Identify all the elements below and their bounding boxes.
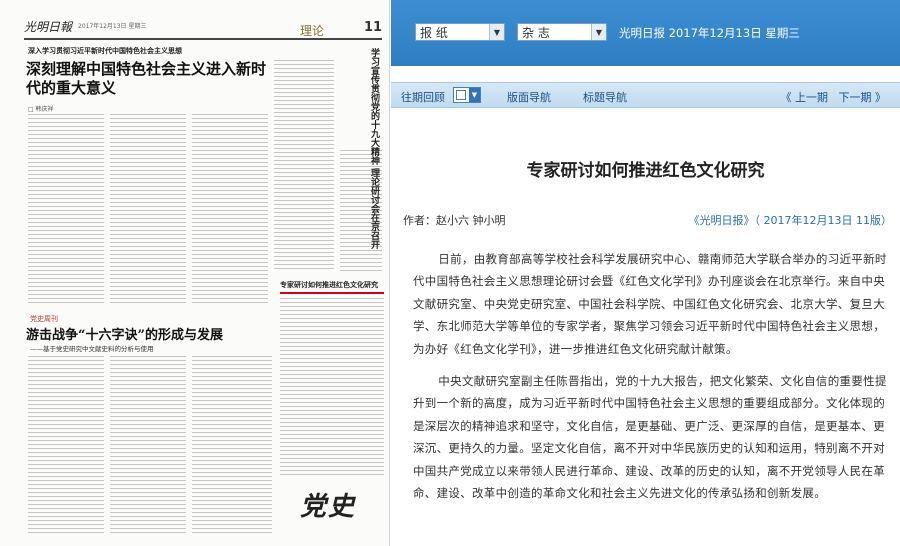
chevron-down-icon[interactable]: ▼ — [489, 24, 504, 40]
prev-issue-link[interactable]: 上一期 — [795, 91, 828, 104]
next-issue-link[interactable]: 下一期 — [839, 91, 872, 104]
past-issues-link[interactable]: 往期回顾 — [401, 89, 445, 105]
nav-bar: 往期回顾 ▼ 版面导航 标题导航 《 上一期 下一期 》 — [391, 82, 900, 108]
paper-select[interactable]: 报 纸 ▼ — [415, 23, 505, 41]
paper-select-value: 报 纸 — [420, 25, 448, 40]
paper-text-column — [28, 356, 104, 536]
paper-text-column — [280, 298, 384, 478]
chevron-down-icon[interactable]: ▼ — [469, 88, 480, 102]
top-toolbar: 报 纸 ▼ 杂 志 ▼ 光明日报 2017年12月13日 星期三 — [391, 0, 900, 66]
paper-text-column — [110, 114, 186, 304]
paper-text-column — [28, 114, 104, 304]
paper-author: □ 韩庆祥 — [28, 106, 54, 113]
article-title: 专家研讨如何推进红色文化研究 — [526, 161, 765, 181]
page-nav-link[interactable]: 版面导航 — [507, 89, 551, 105]
issue-pager: 《 上一期 下一期 》 — [780, 91, 887, 104]
paper-header-rule — [24, 38, 382, 40]
title-nav-link[interactable]: 标题导航 — [583, 89, 627, 105]
paper-dangshi-logo: 党史 — [300, 492, 357, 522]
article-body: 日前，由教育部高等学校社会科学发展研究中心、赣南师范大学联合举办的习近平新时代中… — [413, 248, 887, 514]
paper-text-column — [192, 356, 272, 536]
type-select-value: 杂 志 — [522, 25, 550, 40]
article-source[interactable]: 《光明日报》（ 2017年12月13日 11版） — [689, 212, 892, 228]
article-paragraph: 中央文献研究室副主任陈晋指出，党的十九大报告，把文化繁荣、文化自信的重要性提升到… — [413, 374, 887, 501]
article-paragraph: 日前，由教育部高等学校社会科学发展研究中心、赣南师范大学联合举办的习近平新时代中… — [413, 252, 887, 356]
article-byline: 作者：赵小六 钟小明 — [403, 214, 506, 227]
type-select[interactable]: 杂 志 ▼ — [517, 23, 607, 41]
paper-masthead: 光明日報 — [24, 20, 73, 34]
date-picker[interactable]: ▼ — [453, 87, 481, 103]
paper-section-tag: 党史周刊 — [30, 315, 58, 323]
article-reader: 报 纸 ▼ 杂 志 ▼ 光明日报 2017年12月13日 星期三 往期回顾 ▼ … — [391, 0, 900, 546]
calendar-icon — [456, 90, 466, 100]
paper-text-column — [192, 114, 268, 304]
paper-page-number: 11 — [364, 20, 383, 35]
paper-section: 理论 — [300, 24, 325, 38]
paper-highlighted-article[interactable]: 专家研讨如何推进红色文化研究 — [280, 280, 384, 294]
paper-text-column — [274, 60, 334, 272]
paper-headline-2[interactable]: 游击战争“十六字诀”的形成与发展 — [26, 324, 286, 343]
paper-kicker: 深入学习贯彻习近平新时代中国特色社会主义思想 — [28, 47, 182, 55]
paper-text-column — [110, 356, 186, 536]
newspaper-page-image[interactable]: 光明日報 2017年12月13日 星期三 理论 11 深入学习贯彻习近平新时代中… — [0, 0, 390, 546]
chevron-down-icon[interactable]: ▼ — [591, 24, 606, 40]
paper-vertical-title[interactable]: 学习宣传贯彻党的十九大精神 理论研讨会在京召开 — [340, 48, 380, 249]
paper-headline[interactable]: 深刻理解中国特色社会主义进入新时代的重大意义 — [26, 60, 276, 98]
issue-info: 光明日报 2017年12月13日 星期三 — [619, 26, 800, 40]
paper-subhead-2: ——基于党史研究中文献史料的分析与使用 — [30, 345, 154, 353]
paper-date-line: 2017年12月13日 星期三 — [78, 23, 147, 30]
